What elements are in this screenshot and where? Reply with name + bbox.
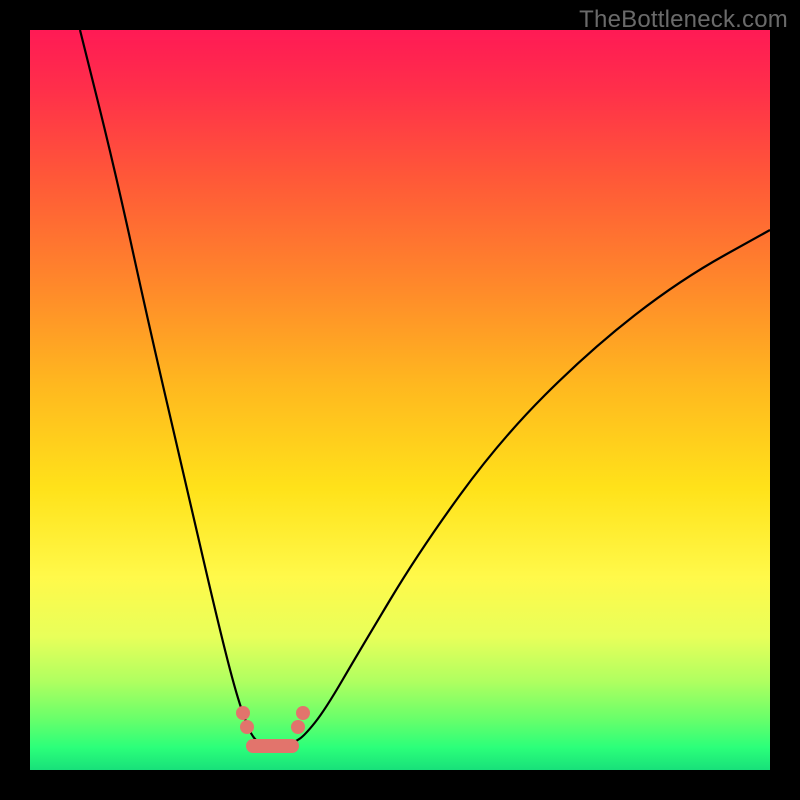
- chart-frame: [30, 30, 770, 770]
- marker-dot: [240, 720, 254, 734]
- watermark-text: TheBottleneck.com: [579, 6, 788, 34]
- marker-dots-group: [236, 706, 310, 734]
- marker-dot: [296, 706, 310, 720]
- marker-dot: [291, 720, 305, 734]
- marker-dot: [236, 706, 250, 720]
- chart-svg: [30, 30, 770, 770]
- right-curve: [285, 230, 770, 745]
- left-curve: [80, 30, 270, 745]
